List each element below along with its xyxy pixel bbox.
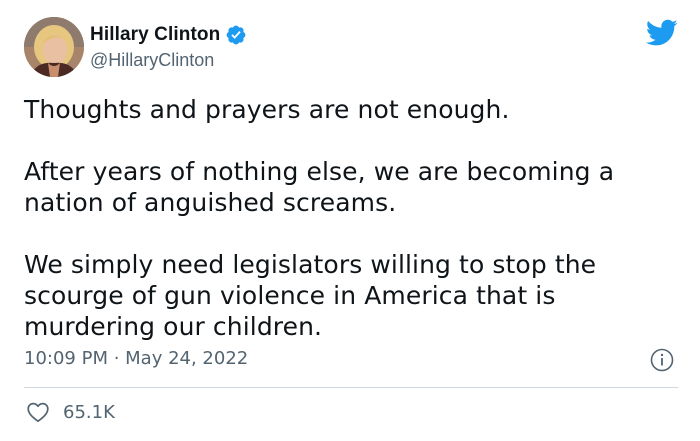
author-display-name[interactable]: Hillary Clinton [90,24,220,46]
tweet-text: Thoughts and prayers are not enough. Aft… [24,94,664,342]
tweet-paragraph: Thoughts and prayers are not enough. [24,95,510,124]
like-count: 65.1K [63,401,115,423]
divider [24,387,678,388]
author-name-row: Hillary Clinton [90,22,247,48]
heart-icon[interactable] [26,401,50,423]
twitter-bird-icon[interactable] [646,19,678,47]
info-icon[interactable] [650,348,674,372]
author-handle[interactable]: @HillaryClinton [90,50,214,71]
avatar-image [24,17,84,77]
like-action[interactable]: 65.1K [26,401,115,423]
tweet-timestamp[interactable]: 10:09 PM · May 24, 2022 [24,348,248,369]
avatar[interactable] [24,17,84,77]
tweet-card: Hillary Clinton @HillaryClinton Thoughts… [0,0,700,441]
tweet-paragraph: After years of nothing else, we are beco… [24,157,615,217]
tweet-paragraph: We simply need legislators willing to st… [24,250,597,341]
verified-badge-icon [226,25,246,45]
